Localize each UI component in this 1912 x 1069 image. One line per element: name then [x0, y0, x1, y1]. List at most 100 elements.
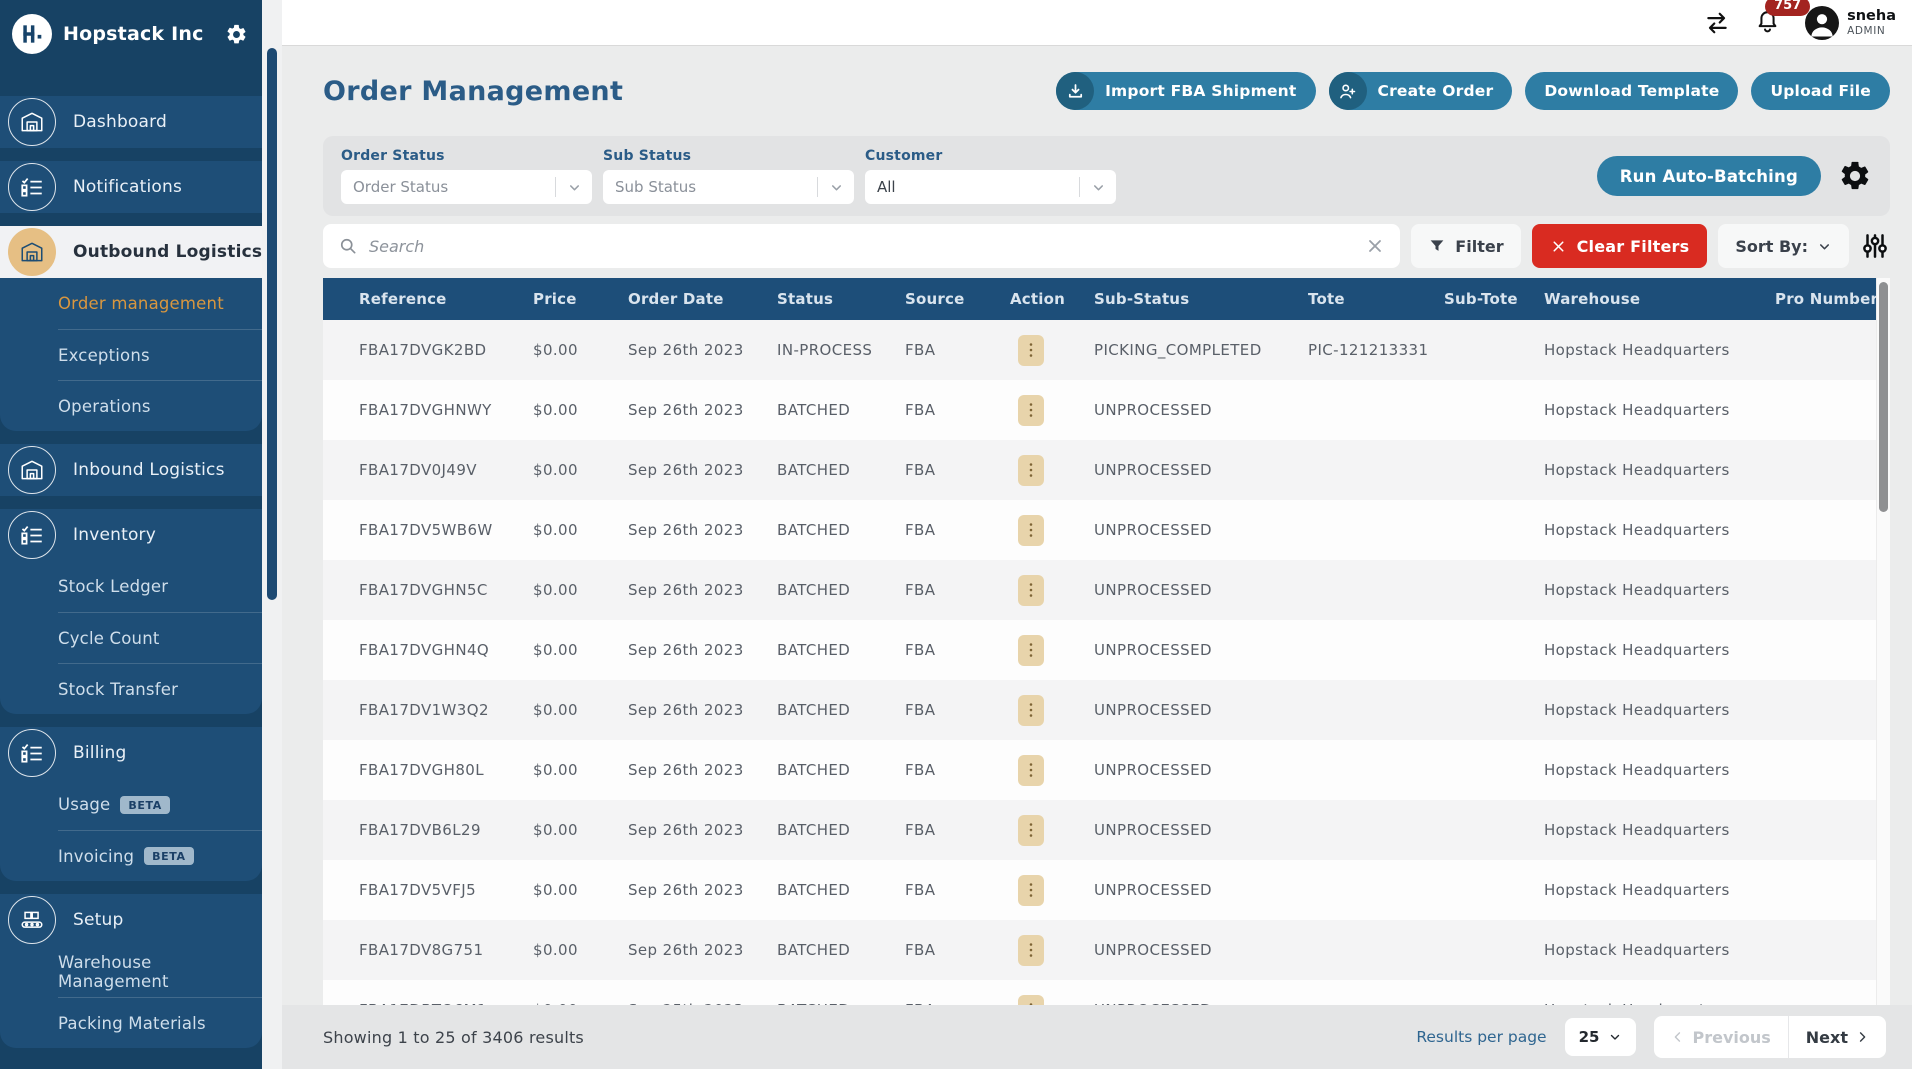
- sidebar-item-inbound-logistics[interactable]: Inbound Logistics: [0, 444, 262, 496]
- row-actions-button[interactable]: [1018, 335, 1044, 366]
- sidebar-item-exceptions[interactable]: Exceptions: [58, 329, 262, 380]
- sidebar-item-packing-materials[interactable]: Packing Materials: [58, 997, 262, 1048]
- col-sub-status[interactable]: Sub-Status: [1094, 290, 1308, 308]
- sidebar-item-operations[interactable]: Operations: [58, 380, 262, 431]
- funnel-icon: [1428, 237, 1446, 255]
- sidebar-item-invoicing[interactable]: Invoicing BETA: [58, 830, 262, 881]
- sidebar-settings-gear-icon[interactable]: [225, 23, 248, 46]
- cell-status: BATCHED: [777, 581, 905, 599]
- table-row[interactable]: FBA17DBTO6M1 $0.00 Sep 25th 2023 BATCHED…: [323, 980, 1890, 1005]
- row-actions-button[interactable]: [1018, 395, 1044, 426]
- row-actions-button[interactable]: [1018, 935, 1044, 966]
- sidebar-item-outbound-logistics[interactable]: Outbound Logistics: [0, 226, 262, 278]
- row-actions-button[interactable]: [1018, 575, 1044, 606]
- conveyor-icon: [8, 896, 56, 944]
- sidebar-item-stock-transfer[interactable]: Stock Transfer: [58, 663, 262, 714]
- sidebar-scrollbar[interactable]: [262, 0, 282, 1069]
- sidebar-item-setup[interactable]: Setup: [0, 894, 262, 946]
- row-actions-button[interactable]: [1018, 815, 1044, 846]
- sidebar-item-dashboard[interactable]: Dashboard: [0, 96, 262, 148]
- table-row[interactable]: FBA17DV0J49V $0.00 Sep 26th 2023 BATCHED…: [323, 440, 1890, 500]
- sort-by-button[interactable]: Sort By:: [1718, 224, 1849, 268]
- row-actions-button[interactable]: [1018, 515, 1044, 546]
- notifications-bell[interactable]: 757: [1754, 7, 1781, 38]
- cell-warehouse: Hopstack Headquarters: [1544, 701, 1775, 719]
- col-order-date[interactable]: Order Date: [628, 290, 777, 308]
- order-status-select[interactable]: Order Status: [341, 170, 592, 204]
- next-page-button[interactable]: Next: [1789, 1016, 1886, 1058]
- sidebar-item-usage[interactable]: Usage BETA: [0, 779, 262, 830]
- previous-page-button[interactable]: Previous: [1654, 1016, 1787, 1058]
- cell-reference: FBA17DV0J49V: [323, 461, 533, 479]
- cell-reference: FBA17DVGHN4Q: [323, 641, 533, 659]
- sidebar-item-billing[interactable]: Billing: [0, 727, 262, 779]
- run-auto-batching-button[interactable]: Run Auto-Batching: [1597, 156, 1821, 196]
- col-pro-number[interactable]: Pro Number: [1775, 290, 1890, 308]
- row-actions-button[interactable]: [1018, 875, 1044, 906]
- row-actions-button[interactable]: [1018, 995, 1044, 1006]
- cell-warehouse: Hopstack Headquarters: [1544, 941, 1775, 959]
- table-scrollbar[interactable]: [1876, 278, 1890, 1005]
- sidebar-item-stock-ledger[interactable]: Stock Ledger: [0, 561, 262, 612]
- col-source[interactable]: Source: [905, 290, 1010, 308]
- filter-panel: Order Status Order Status Sub Status Sub…: [323, 136, 1890, 216]
- col-sub-tote[interactable]: Sub-Tote: [1444, 290, 1544, 308]
- swap-arrows-icon[interactable]: [1704, 10, 1730, 36]
- table-row[interactable]: FBA17DVB6L29 $0.00 Sep 26th 2023 BATCHED…: [323, 800, 1890, 860]
- search-input[interactable]: [369, 237, 1354, 256]
- table-row[interactable]: FBA17DVGH80L $0.00 Sep 26th 2023 BATCHED…: [323, 740, 1890, 800]
- sidebar-item-order-management[interactable]: Order management: [0, 278, 262, 329]
- filter-button[interactable]: Filter: [1411, 224, 1520, 268]
- sub-status-select[interactable]: Sub Status: [603, 170, 854, 204]
- row-actions-button[interactable]: [1018, 695, 1044, 726]
- row-actions-button[interactable]: [1018, 635, 1044, 666]
- table-row[interactable]: FBA17DVGHN4Q $0.00 Sep 26th 2023 BATCHED…: [323, 620, 1890, 680]
- clear-filters-button[interactable]: Clear Filters: [1532, 224, 1708, 268]
- cell-warehouse: Hopstack Headquarters: [1544, 881, 1775, 899]
- sidebar-item-cycle-count[interactable]: Cycle Count: [58, 612, 262, 663]
- cell-order-date: Sep 26th 2023: [628, 641, 777, 659]
- sidebar-group-inventory: Inventory Stock Ledger Cycle Count Stock…: [0, 509, 262, 714]
- batching-settings-gear-icon[interactable]: [1838, 159, 1872, 193]
- sidebar-item-warehouse-management[interactable]: Warehouse Management: [0, 946, 262, 997]
- row-actions-button[interactable]: [1018, 455, 1044, 486]
- table-scrollbar-thumb[interactable]: [1879, 282, 1888, 512]
- col-reference[interactable]: Reference: [323, 290, 533, 308]
- col-tote[interactable]: Tote: [1308, 290, 1444, 308]
- results-per-page-label: Results per page: [1416, 1028, 1546, 1046]
- import-fba-shipment-button[interactable]: Import FBA Shipment: [1056, 72, 1315, 110]
- col-action[interactable]: Action: [1010, 290, 1094, 308]
- filter-fields: Order Status Order Status Sub Status Sub…: [341, 148, 1116, 204]
- customer-select[interactable]: All: [865, 170, 1116, 204]
- table-row[interactable]: FBA17DV5WB6W $0.00 Sep 26th 2023 BATCHED…: [323, 500, 1890, 560]
- clear-search-icon[interactable]: [1365, 236, 1385, 256]
- cell-price: $0.00: [533, 401, 628, 419]
- table-row[interactable]: FBA17DV8G751 $0.00 Sep 26th 2023 BATCHED…: [323, 920, 1890, 980]
- table-row[interactable]: FBA17DV1W3Q2 $0.00 Sep 26th 2023 BATCHED…: [323, 680, 1890, 740]
- sidebar-item-inventory[interactable]: Inventory: [0, 509, 262, 561]
- table-row[interactable]: FBA17DV5VFJ5 $0.00 Sep 26th 2023 BATCHED…: [323, 860, 1890, 920]
- advanced-filters-sliders-icon[interactable]: [1860, 231, 1890, 261]
- col-price[interactable]: Price: [533, 290, 628, 308]
- user-avatar-icon: [1805, 6, 1839, 40]
- table-row[interactable]: FBA17DVGHNWY $0.00 Sep 26th 2023 BATCHED…: [323, 380, 1890, 440]
- notification-count-badge: 757: [1765, 0, 1810, 16]
- cell-source: FBA: [905, 461, 1010, 479]
- col-warehouse[interactable]: Warehouse: [1544, 290, 1775, 308]
- upload-file-button[interactable]: Upload File: [1751, 72, 1890, 110]
- download-template-button[interactable]: Download Template: [1525, 72, 1738, 110]
- row-actions-button[interactable]: [1018, 755, 1044, 786]
- create-order-button[interactable]: Create Order: [1329, 72, 1513, 110]
- user-menu[interactable]: sneha ADMIN: [1805, 6, 1896, 40]
- sidebar-scrollbar-thumb[interactable]: [267, 48, 277, 600]
- cell-sub-status: UNPROCESSED: [1094, 821, 1308, 839]
- sidebar-item-notifications[interactable]: Notifications: [0, 161, 262, 213]
- table-row[interactable]: FBA17DVGHN5C $0.00 Sep 26th 2023 BATCHED…: [323, 560, 1890, 620]
- cell-price: $0.00: [533, 461, 628, 479]
- order-status-field: Order Status Order Status: [341, 148, 592, 204]
- cell-source: FBA: [905, 701, 1010, 719]
- table-row[interactable]: FBA17DVGK2BD $0.00 Sep 26th 2023 IN-PROC…: [323, 320, 1890, 380]
- col-status[interactable]: Status: [777, 290, 905, 308]
- sidebar-group-billing: Billing Usage BETA Invoicing BETA: [0, 727, 262, 881]
- page-size-select[interactable]: 25: [1565, 1018, 1637, 1056]
